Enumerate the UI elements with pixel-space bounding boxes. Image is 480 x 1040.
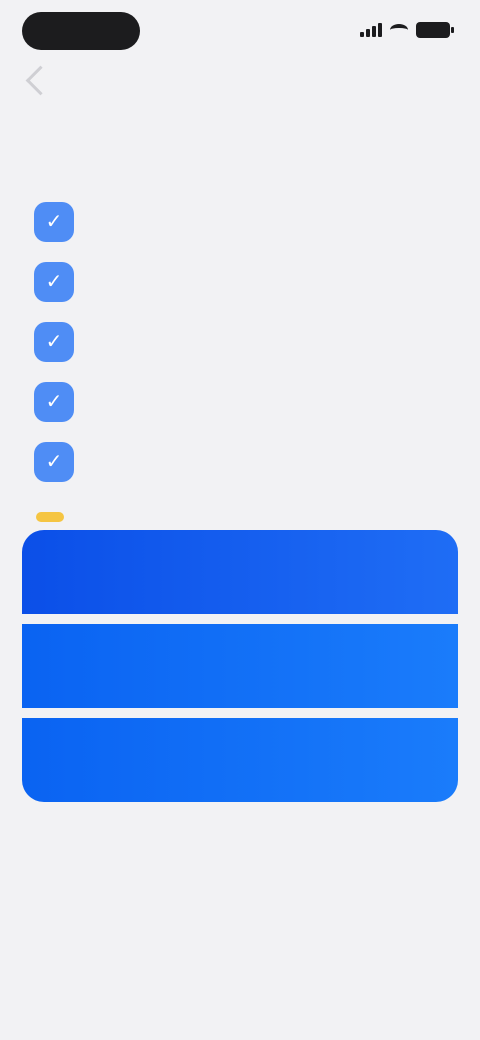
best-value-badge [36,512,64,522]
feature-item: ✓ [34,380,444,440]
plan-option-3[interactable] [22,718,458,802]
plan-option-2[interactable] [22,624,458,708]
feature-list: ✓ ✓ ✓ ✓ ✓ [34,200,444,500]
status-bar [0,0,480,62]
feature-item: ✓ [34,320,444,380]
feature-icon: ✓ [34,262,74,302]
wifi-icon [390,24,408,36]
back-chevron-icon[interactable] [25,65,56,96]
signal-icon [360,23,382,37]
feature-icon: ✓ [34,442,74,482]
feature-item: ✓ [34,200,444,260]
plan-option-1[interactable] [22,530,458,614]
feature-item: ✓ [34,260,444,320]
feature-icon: ✓ [34,202,74,242]
status-time-pill [22,12,140,50]
status-indicators [360,22,454,38]
nav-bar [0,62,480,112]
feature-icon: ✓ [34,322,74,362]
feature-icon: ✓ [34,382,74,422]
battery-icon [416,22,454,38]
plan-options [22,530,458,802]
feature-item: ✓ [34,440,444,500]
